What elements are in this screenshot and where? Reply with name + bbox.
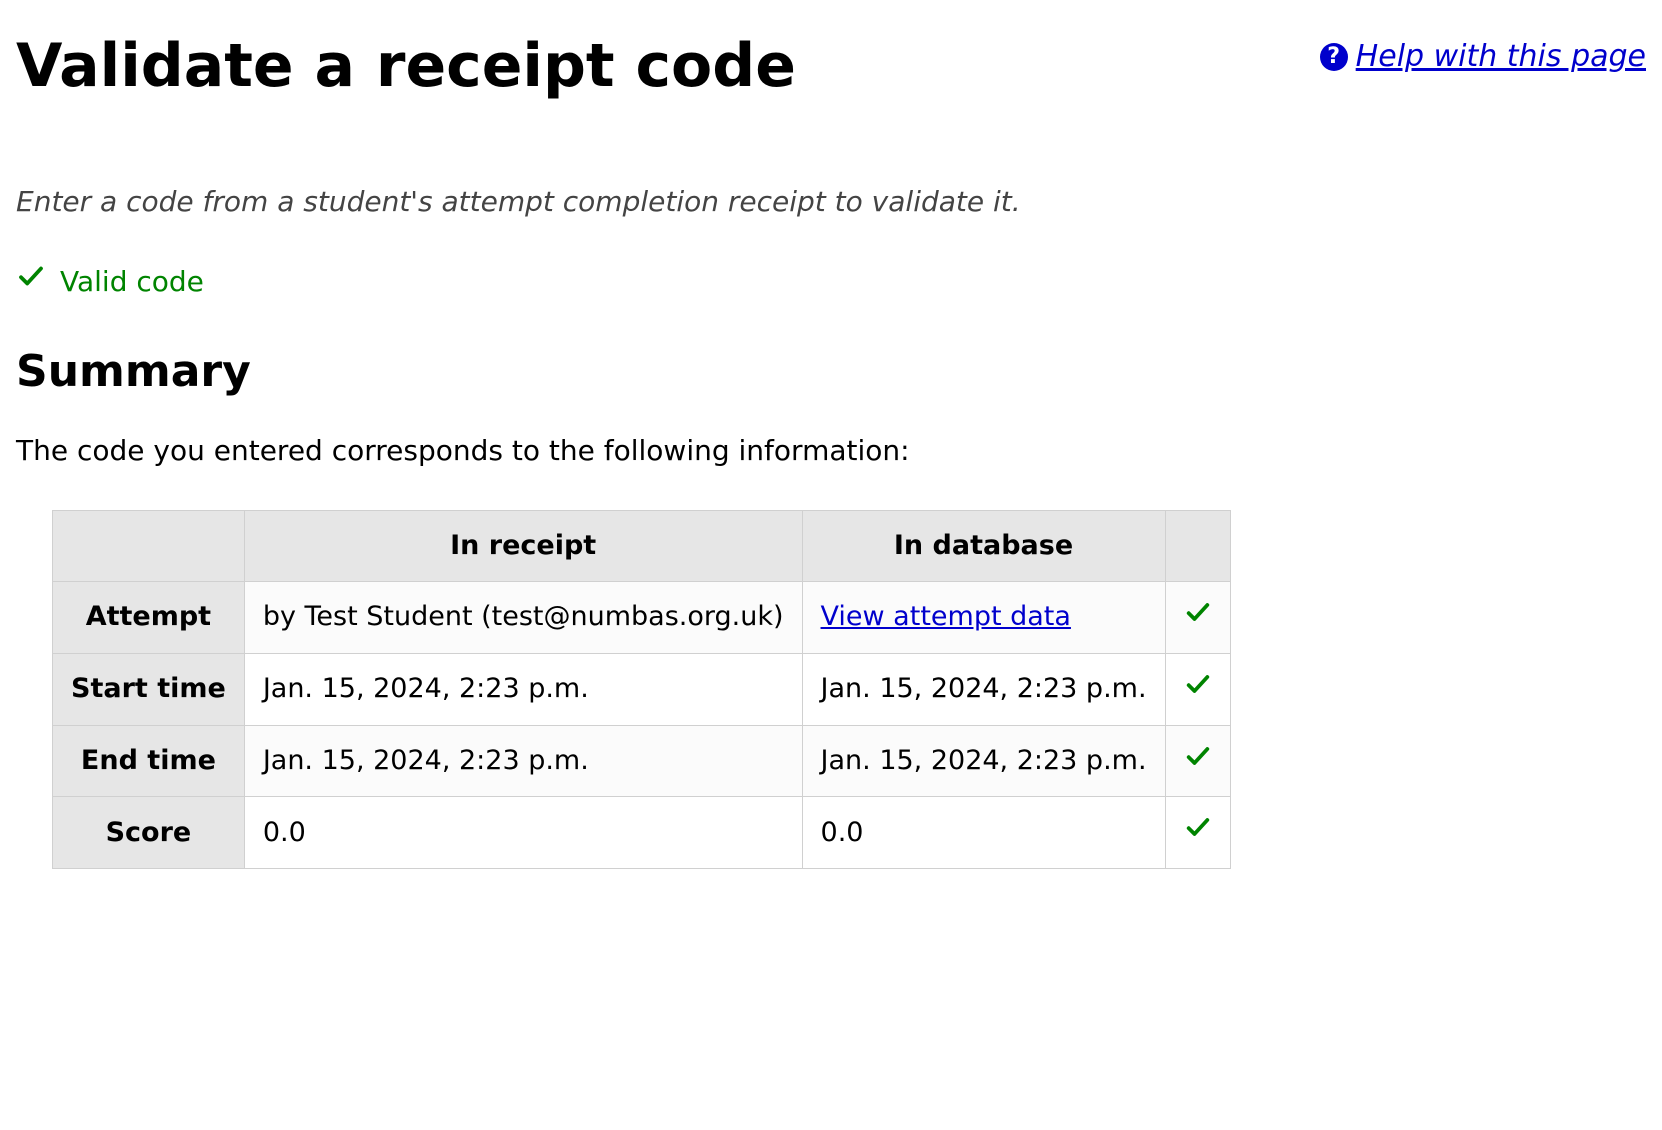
summary-intro: The code you entered corresponds to the … [16,431,1646,470]
cell-in-receipt: Jan. 15, 2024, 2:23 p.m. [244,653,802,725]
cell-in-receipt: by Test Student (test@numbas.org.uk) [244,581,802,653]
view-attempt-data-link[interactable]: View attempt data [821,601,1071,632]
intro-text: Enter a code from a student's attempt co… [16,182,1646,221]
cell-in-database: Jan. 15, 2024, 2:23 p.m. [802,653,1165,725]
check-icon [1184,602,1212,633]
help-link-label: Help with this page [1356,36,1646,78]
col-blank [53,511,245,582]
table-row: End time Jan. 15, 2024, 2:23 p.m. Jan. 1… [53,725,1231,797]
cell-in-receipt: 0.0 [244,797,802,869]
check-icon [1184,817,1212,848]
cell-in-receipt: Jan. 15, 2024, 2:23 p.m. [244,725,802,797]
col-in-receipt: In receipt [244,511,802,582]
help-icon: ? [1320,43,1348,71]
cell-in-database: Jan. 15, 2024, 2:23 p.m. [802,725,1165,797]
match-cell [1165,653,1230,725]
validation-status: Valid code [16,261,1646,301]
cell-in-database: 0.0 [802,797,1165,869]
check-icon [1184,674,1212,705]
col-in-database: In database [802,511,1165,582]
page-title: Validate a receipt code [16,24,796,108]
check-icon [1184,746,1212,777]
row-label: Attempt [53,581,245,653]
col-match [1165,511,1230,582]
table-row: Start time Jan. 15, 2024, 2:23 p.m. Jan.… [53,653,1231,725]
row-label: Score [53,797,245,869]
match-cell [1165,581,1230,653]
help-link[interactable]: ? Help with this page [1320,36,1646,78]
match-cell [1165,725,1230,797]
row-label: End time [53,725,245,797]
summary-table: In receipt In database Attempt by Test S… [52,510,1231,869]
table-row: Score 0.0 0.0 [53,797,1231,869]
table-row: Attempt by Test Student (test@numbas.org… [53,581,1231,653]
validation-status-label: Valid code [60,262,204,301]
match-cell [1165,797,1230,869]
row-label: Start time [53,653,245,725]
summary-heading: Summary [16,341,1646,403]
cell-in-database: View attempt data [802,581,1165,653]
check-icon [16,261,46,301]
